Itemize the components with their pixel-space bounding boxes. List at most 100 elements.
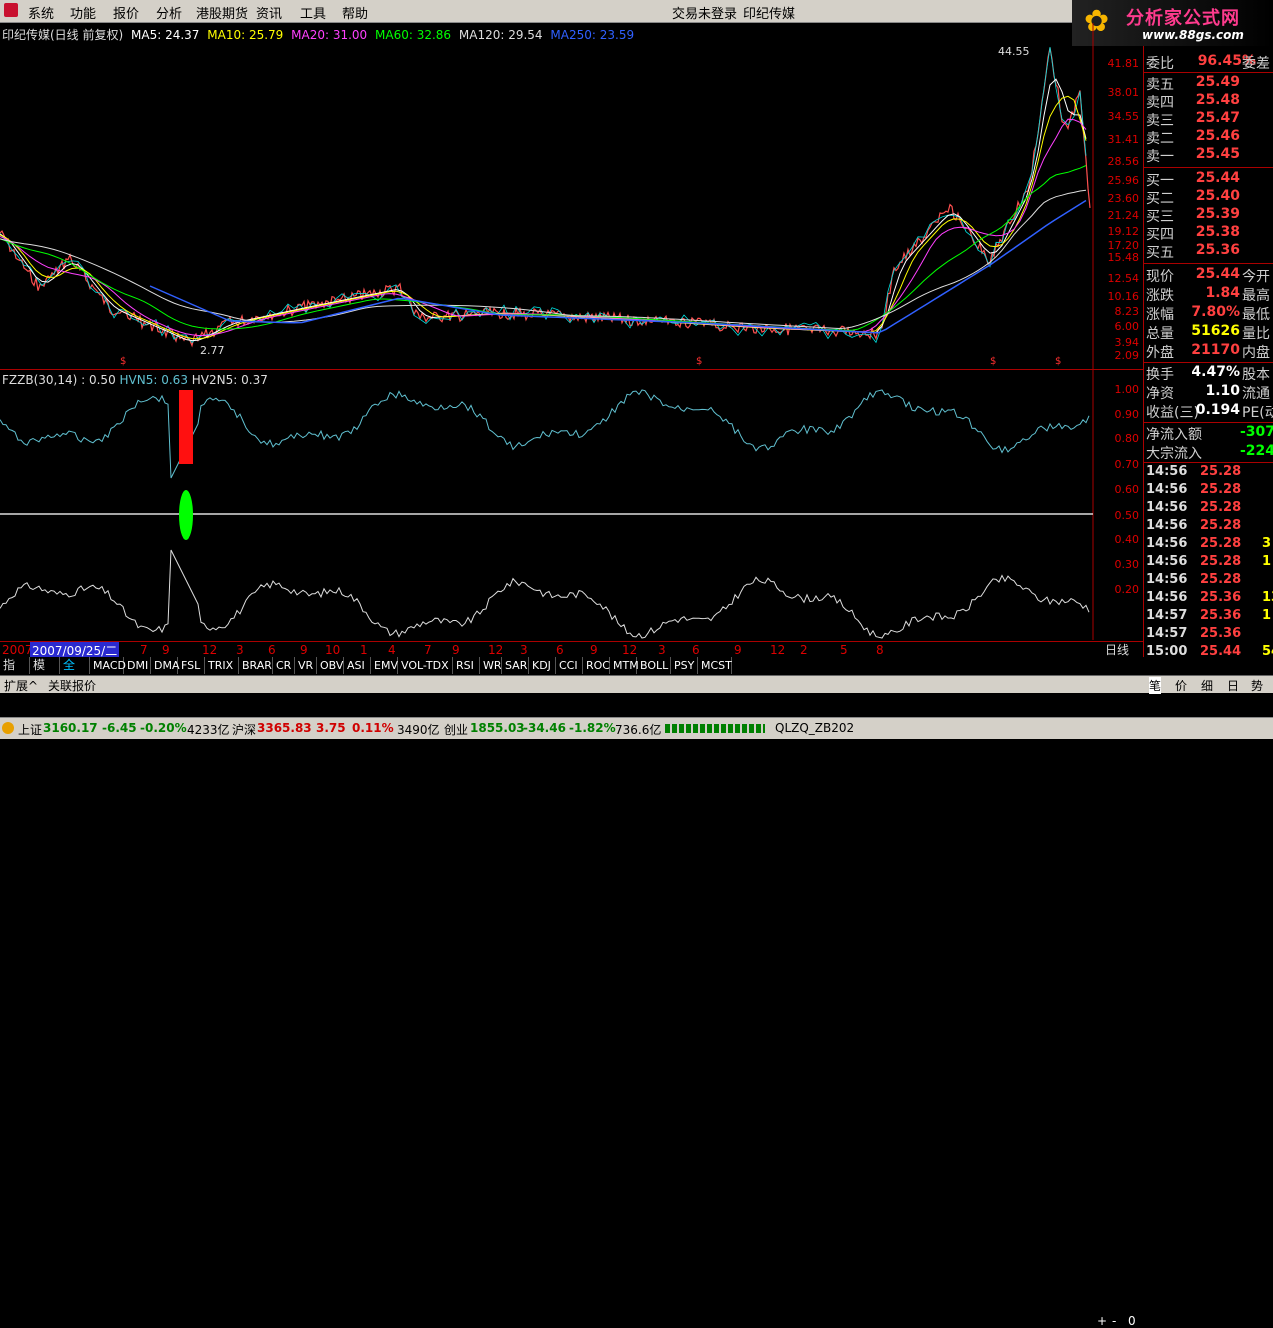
- y-tick: 0.90: [1114, 408, 1140, 421]
- zoom-in-button[interactable]: +: [1097, 1314, 1107, 1328]
- kline-chart[interactable]: 44.55 2.77 $ $ $ $ 印纪传媒(日线 前复权) MA5: 24.…: [0, 23, 1143, 370]
- buy1-row[interactable]: 买一 25.44: [1144, 170, 1273, 189]
- kline-svg: 44.55 2.77 $ $ $ $: [0, 23, 1094, 369]
- tab-vol-tdx[interactable]: VOL-TDX: [398, 657, 453, 674]
- menu-news[interactable]: 资讯: [256, 3, 282, 22]
- tick-volume: 13: [1262, 590, 1273, 605]
- cy-pct: -1.82%: [569, 721, 616, 735]
- tick-row: 14:56 25.28 1: [1144, 554, 1273, 572]
- tab-brar[interactable]: BRAR: [239, 657, 273, 674]
- y-tick: 28.56: [1107, 155, 1140, 168]
- menu-function[interactable]: 功能: [70, 3, 96, 22]
- tab-kdj[interactable]: KDJ: [529, 657, 556, 674]
- tab-asi[interactable]: ASI: [344, 657, 371, 674]
- tab-price[interactable]: 价: [1175, 677, 1187, 694]
- y-tick: 2.09: [1114, 349, 1140, 362]
- buy3-row[interactable]: 买三 25.39: [1144, 206, 1273, 225]
- sh-amount: 4233亿: [187, 723, 230, 737]
- menu-help[interactable]: 帮助: [342, 3, 368, 22]
- date-label: 9: [300, 643, 308, 657]
- indicator-chart[interactable]: 1.00 0.90 0.80 0.70 0.60 0.50 0.40 0.30 …: [0, 370, 1143, 640]
- menu-hk-futures[interactable]: 港股期货: [196, 3, 248, 22]
- sh-label: 上证: [18, 723, 43, 737]
- tab-obv[interactable]: OBV: [317, 657, 344, 674]
- tab-sar[interactable]: SAR: [502, 657, 529, 674]
- related-quote-button[interactable]: 关联报价: [48, 677, 96, 694]
- indicator-tabbar: 指标模板全部MACDDMIDMAFSLTRIXBRARCRVROBVASIEMV…: [0, 657, 1273, 1328]
- tab-detail[interactable]: 细: [1201, 677, 1213, 694]
- tick-row: 14:57 25.36 1: [1144, 608, 1273, 626]
- tab-dma[interactable]: DMA: [151, 657, 180, 674]
- y-tick: 41.81: [1107, 57, 1140, 70]
- date-label: 12: [488, 643, 504, 657]
- tab-trix[interactable]: TRIX: [205, 657, 239, 674]
- sell4-row[interactable]: 卖四 25.48: [1144, 92, 1273, 111]
- hs-amount: 3490亿: [397, 723, 440, 737]
- tab-trend[interactable]: 势: [1251, 677, 1263, 694]
- tab-dmi[interactable]: DMI: [124, 657, 151, 674]
- tab-指标[interactable]: 指标: [0, 657, 30, 689]
- tab-wr[interactable]: WR: [480, 657, 502, 674]
- indicator-legend: FZZB(30,14) : 0.50 HVN5: 0.63 HV2N5: 0.3…: [2, 373, 268, 387]
- tab-模板[interactable]: 模板: [30, 657, 60, 689]
- stat-eps: 收益(三) 0.194 PE(动: [1146, 402, 1273, 421]
- tab-roc[interactable]: ROC: [583, 657, 610, 674]
- tab-boll[interactable]: BOLL: [637, 657, 671, 674]
- tab-mtm[interactable]: MTM: [610, 657, 639, 674]
- sell5-row[interactable]: 卖五 25.49: [1144, 74, 1273, 93]
- tab-fsl[interactable]: FSL: [178, 657, 205, 674]
- sh-value: 3160.17: [43, 721, 98, 735]
- menu-quote[interactable]: 报价: [113, 3, 139, 22]
- date-label: 6: [692, 643, 700, 657]
- market-breadth-bar: [665, 724, 765, 733]
- tab-tick[interactable]: 笔: [1149, 677, 1162, 694]
- indicator-title[interactable]: FZZB(30,14): [2, 373, 77, 387]
- hs-value: 3365.83: [257, 721, 312, 735]
- tab-macd[interactable]: MACD: [90, 657, 126, 674]
- date-label: 3: [658, 643, 666, 657]
- tab-cci[interactable]: CCI: [556, 657, 583, 674]
- login-status[interactable]: 交易未登录: [672, 3, 737, 22]
- buy4-row[interactable]: 买四 25.38: [1144, 224, 1273, 243]
- date-label: 3: [236, 643, 244, 657]
- tab-cr[interactable]: CR: [273, 657, 295, 674]
- stat-change: 涨跌 1.84 最高: [1146, 285, 1270, 304]
- tab-rsi[interactable]: RSI: [453, 657, 480, 674]
- y-tick: 31.41: [1107, 133, 1140, 146]
- zoom-reset-button[interactable]: 0: [1128, 1314, 1136, 1328]
- hv2n5-line: [0, 549, 1090, 639]
- tick-time: 14:56: [1146, 464, 1188, 479]
- y-tick: 3.94: [1114, 336, 1140, 349]
- status-icon: [2, 722, 14, 734]
- indicator-value: : 0.50: [81, 373, 116, 387]
- quote-panel: 委比 96.45% 委差 卖五 25.49 卖四 25.48 卖三 25.47 卖二 2…: [1143, 46, 1273, 678]
- tab-全部[interactable]: 全部: [60, 657, 90, 689]
- sell2-row[interactable]: 卖二 25.46: [1144, 128, 1273, 147]
- sell3-row[interactable]: 卖三 25.47: [1144, 110, 1273, 129]
- tab-vr[interactable]: VR: [295, 657, 317, 674]
- buy5-row[interactable]: 买五 25.36: [1144, 242, 1273, 261]
- tick-time: 14:57: [1146, 608, 1188, 623]
- menu-system[interactable]: 系统: [28, 3, 54, 22]
- tab-mcst[interactable]: MCST: [698, 657, 732, 674]
- tick-time: 14:56: [1146, 572, 1188, 587]
- stat-turnover: 换手 4.47% 股本: [1146, 364, 1270, 383]
- tab-emv[interactable]: EMV: [371, 657, 398, 674]
- tick-time: 14:56: [1146, 536, 1188, 551]
- expand-button[interactable]: 扩展^: [4, 677, 38, 694]
- sell1-row[interactable]: 卖一 25.45: [1144, 146, 1273, 165]
- menu-tools[interactable]: 工具: [300, 3, 326, 22]
- tab-psy[interactable]: PSY: [671, 657, 698, 674]
- date-label: 1: [360, 643, 368, 657]
- date-year: 2007: [2, 643, 33, 657]
- tick-price: 25.28: [1200, 518, 1242, 533]
- cy-label: 创业: [444, 723, 469, 737]
- zoom-out-button[interactable]: -: [1112, 1314, 1116, 1328]
- period-label[interactable]: 日线: [1105, 641, 1129, 658]
- ma-legend: 印纪传媒(日线 前复权) MA5: 24.37 MA10: 25.79 MA20…: [2, 26, 638, 43]
- menu-analysis[interactable]: 分析: [156, 3, 182, 22]
- tab-day[interactable]: 日: [1227, 677, 1239, 694]
- buy2-row[interactable]: 买二 25.40: [1144, 188, 1273, 207]
- y-tick: 10.16: [1107, 290, 1140, 303]
- brand-name: 分析家公式网: [1126, 8, 1240, 29]
